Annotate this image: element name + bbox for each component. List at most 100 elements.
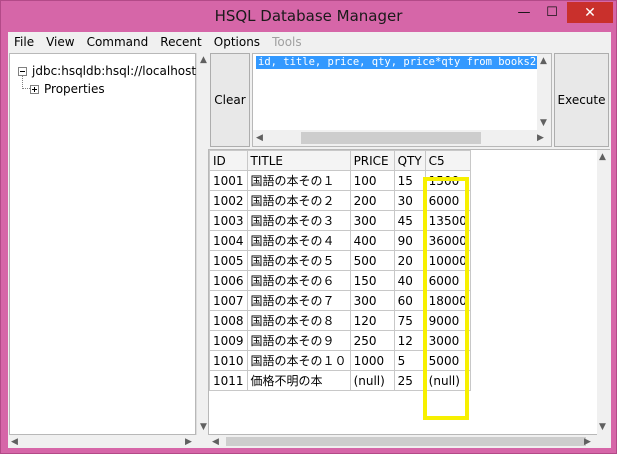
cell-id[interactable]: 1003 xyxy=(209,210,248,231)
minimize-button[interactable]: — xyxy=(511,2,537,23)
cell-c5[interactable]: 10000 xyxy=(424,250,471,271)
cell-price[interactable]: 500 xyxy=(349,250,395,271)
execute-button[interactable]: Execute xyxy=(554,53,609,147)
cell-c5[interactable]: 36000 xyxy=(424,230,471,251)
sql-vertical-scrollbar[interactable]: ▲ ▼ xyxy=(537,54,551,132)
cell-c5[interactable]: 5000 xyxy=(424,350,471,371)
cell-id[interactable]: 1004 xyxy=(209,230,248,251)
scroll-up-icon[interactable]: ▲ xyxy=(200,55,207,65)
menu-options[interactable]: Options xyxy=(208,32,266,52)
table-row[interactable]: 1006 国語の本その６ 150 40 6000 xyxy=(209,270,471,291)
cell-price[interactable]: 120 xyxy=(349,310,395,331)
scroll-down-icon[interactable]: ▼ xyxy=(200,422,207,432)
close-button[interactable]: ✕ xyxy=(567,2,613,23)
table-row[interactable]: 1007 国語の本その７ 300 60 18000 xyxy=(209,290,471,311)
cell-id[interactable]: 1007 xyxy=(209,290,248,311)
cell-qty[interactable]: 5 xyxy=(393,350,426,371)
tree-horizontal-scrollbar[interactable]: ◀ ▶ xyxy=(9,435,196,448)
scroll-right-icon[interactable]: ▶ xyxy=(584,437,591,447)
table-row[interactable]: 1001 国語の本その１ 100 15 1500 xyxy=(209,170,471,191)
cell-qty[interactable]: 15 xyxy=(393,170,426,191)
scroll-up-icon[interactable]: ▲ xyxy=(540,56,547,66)
table-row[interactable]: 1003 国語の本その３ 300 45 13500 xyxy=(209,210,471,231)
cell-c5[interactable]: 1500 xyxy=(424,170,471,191)
column-header-id[interactable]: ID xyxy=(209,150,248,171)
cell-id[interactable]: 1002 xyxy=(209,190,248,211)
cell-price[interactable]: 200 xyxy=(349,190,395,211)
cell-title[interactable]: 国語の本その１０ xyxy=(246,350,351,371)
cell-qty[interactable]: 75 xyxy=(393,310,426,331)
cell-qty[interactable]: 90 xyxy=(393,230,426,251)
cell-c5[interactable]: 9000 xyxy=(424,310,471,331)
cell-c5[interactable]: 6000 xyxy=(424,190,471,211)
clear-button[interactable]: Clear xyxy=(210,53,250,147)
cell-title[interactable]: 国語の本その５ xyxy=(246,250,351,271)
cell-price[interactable]: 300 xyxy=(349,210,395,231)
cell-qty[interactable]: 60 xyxy=(393,290,426,311)
sql-editor[interactable]: id, title, price, qty, price*qty from bo… xyxy=(252,53,552,147)
cell-price[interactable]: 250 xyxy=(349,330,395,351)
cell-price[interactable]: (null) xyxy=(349,370,395,391)
column-header-title[interactable]: TITLE xyxy=(246,150,351,171)
cell-id[interactable]: 1001 xyxy=(209,170,248,191)
sql-query-text[interactable]: id, title, price, qty, price*qty from bo… xyxy=(256,56,545,69)
cell-title[interactable]: 国語の本その７ xyxy=(246,290,351,311)
cell-c5[interactable]: 13500 xyxy=(424,210,471,231)
cell-price[interactable]: 150 xyxy=(349,270,395,291)
table-row[interactable]: 1002 国語の本その２ 200 30 6000 xyxy=(209,190,471,211)
table-row[interactable]: 1005 国語の本その５ 500 20 10000 xyxy=(209,250,471,271)
cell-price[interactable]: 400 xyxy=(349,230,395,251)
cell-id[interactable]: 1006 xyxy=(209,270,248,291)
column-header-price[interactable]: PRICE xyxy=(349,150,395,171)
maximize-button[interactable]: ☐ xyxy=(539,2,565,23)
cell-id[interactable]: 1010 xyxy=(209,350,248,371)
cell-title[interactable]: 価格不明の本 xyxy=(246,370,351,391)
expand-icon[interactable] xyxy=(30,84,39,94)
cell-title[interactable]: 国語の本その４ xyxy=(246,230,351,251)
results-vertical-scrollbar[interactable]: ▲ ▼ xyxy=(597,150,610,435)
cell-title[interactable]: 国語の本その９ xyxy=(246,330,351,351)
menu-recent[interactable]: Recent xyxy=(154,32,207,52)
cell-id[interactable]: 1005 xyxy=(209,250,248,271)
cell-price[interactable]: 300 xyxy=(349,290,395,311)
scroll-thumb[interactable] xyxy=(226,437,586,446)
tree-node-properties[interactable]: Properties xyxy=(30,82,105,96)
column-header-qty[interactable]: QTY xyxy=(393,150,426,171)
cell-id[interactable]: 1008 xyxy=(209,310,248,331)
cell-c5[interactable]: 3000 xyxy=(424,330,471,351)
table-row[interactable]: 1009 国語の本その９ 250 12 3000 xyxy=(209,330,471,351)
menu-file[interactable]: File xyxy=(8,32,40,52)
cell-qty[interactable]: 25 xyxy=(393,370,426,391)
scroll-up-icon[interactable]: ▲ xyxy=(599,152,606,162)
scroll-left-icon[interactable]: ◀ xyxy=(256,133,263,143)
menu-command[interactable]: Command xyxy=(81,32,155,52)
cell-qty[interactable]: 30 xyxy=(393,190,426,211)
scroll-right-icon[interactable]: ▶ xyxy=(537,133,544,143)
scroll-down-icon[interactable]: ▼ xyxy=(599,422,606,432)
results-horizontal-scrollbar[interactable]: ◀ ▶ xyxy=(208,435,610,448)
cell-id[interactable]: 1011 xyxy=(209,370,248,391)
cell-qty[interactable]: 20 xyxy=(393,250,426,271)
cell-title[interactable]: 国語の本その８ xyxy=(246,310,351,331)
menu-view[interactable]: View xyxy=(40,32,80,52)
scroll-thumb[interactable] xyxy=(301,132,481,144)
scroll-down-icon[interactable]: ▼ xyxy=(540,118,547,128)
cell-id[interactable]: 1009 xyxy=(209,330,248,351)
cell-title[interactable]: 国語の本その６ xyxy=(246,270,351,291)
cell-qty[interactable]: 12 xyxy=(393,330,426,351)
cell-c5[interactable]: 18000 xyxy=(424,290,471,311)
cell-qty[interactable]: 45 xyxy=(393,210,426,231)
scroll-left-icon[interactable]: ◀ xyxy=(212,437,219,447)
cell-c5[interactable]: 6000 xyxy=(424,270,471,291)
sql-horizontal-scrollbar[interactable]: ◀ ▶ xyxy=(253,130,551,146)
cell-c5[interactable]: (null) xyxy=(424,370,471,391)
cell-qty[interactable]: 40 xyxy=(393,270,426,291)
scroll-left-icon[interactable]: ◀ xyxy=(11,437,18,447)
cell-title[interactable]: 国語の本その２ xyxy=(246,190,351,211)
table-row[interactable]: 1010 国語の本その１０ 1000 5 5000 xyxy=(209,350,471,371)
cell-title[interactable]: 国語の本その３ xyxy=(246,210,351,231)
table-row[interactable]: 1011 価格不明の本 (null) 25 (null) xyxy=(209,370,471,391)
cell-price[interactable]: 1000 xyxy=(349,350,395,371)
scroll-right-icon[interactable]: ▶ xyxy=(185,437,192,447)
title-bar[interactable]: HSQL Database Manager — ☐ ✕ xyxy=(1,1,616,32)
